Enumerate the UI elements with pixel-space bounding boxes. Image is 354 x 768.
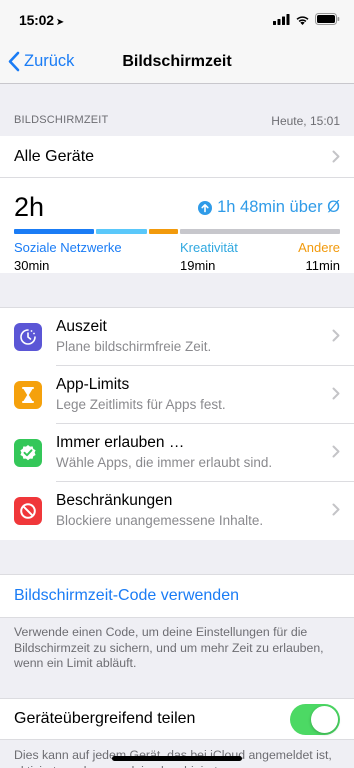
category-other: Andere 11min (298, 240, 340, 273)
app-limits-subtitle: Lege Zeitlimits für Apps fest. (56, 397, 226, 412)
passcode-footer: Verwende einen Code, um deine Einstellun… (14, 625, 324, 670)
restrictions-title: Beschränkungen (56, 492, 173, 509)
share-across-devices-row: Geräteübergreifend teilen (0, 698, 354, 740)
share-across-devices-toggle[interactable] (290, 704, 340, 735)
app-limits-title: App-Limits (56, 376, 130, 393)
share-across-devices-label: Geräteübergreifend teilen (14, 710, 196, 727)
status-bar: 15:02 ➤ (0, 0, 354, 42)
no-entry-icon (14, 497, 42, 525)
always-allowed-row[interactable]: Immer erlauben … Wähle Apps, die immer e… (0, 424, 354, 482)
location-icon: ➤ (55, 17, 64, 28)
downtime-title: Auszeit (56, 318, 107, 335)
category-other-value: 11min (305, 258, 340, 273)
section-timestamp: Heute, 15:01 (271, 114, 340, 128)
category-social: Soziale Netzwerke 30min (14, 240, 122, 273)
section-label: BILDSCHIRMZEIT (14, 114, 109, 126)
chevron-right-icon (332, 329, 340, 342)
always-allowed-title: Immer erlauben … (56, 434, 185, 451)
category-creativity: Kreativität 19min (180, 240, 238, 273)
usage-bar-other (149, 229, 178, 234)
always-allowed-subtitle: Wähle Apps, die immer erlaubt sind. (56, 455, 273, 470)
chevron-right-icon (332, 150, 340, 163)
clock-text: 15:02 (19, 12, 54, 28)
chevron-right-icon (332, 387, 340, 400)
status-icons (273, 13, 340, 25)
usage-total: 2h (14, 192, 45, 222)
downtime-subtitle: Plane bildschirmfreie Zeit. (56, 339, 212, 354)
category-creativity-value: 19min (180, 258, 216, 273)
usage-summary[interactable]: 2h 1h 48min über Ø Soziale Netzwerke 30m… (0, 178, 354, 273)
use-passcode-link[interactable]: Bildschirmzeit-Code verwenden (14, 587, 239, 605)
section-header: BILDSCHIRMZEIT Heute, 15:01 (0, 84, 354, 136)
navigation-bar: Zurück Bildschirmzeit (0, 42, 354, 84)
toggle-knob (311, 706, 338, 733)
restrictions-row[interactable]: Beschränkungen Blockiere unangemessene I… (0, 482, 354, 540)
checkmark-badge-icon (14, 439, 42, 467)
moon-clock-icon (14, 323, 42, 351)
usage-bar-creativity (96, 229, 148, 234)
home-indicator (112, 756, 242, 761)
battery-icon (315, 13, 340, 25)
page-title: Bildschirmzeit (122, 53, 232, 70)
features-group: Auszeit Plane bildschirmfreie Zeit. App-… (0, 307, 354, 540)
share-footer: Dies kann auf jedem Gerät, das bei iClou… (14, 748, 332, 768)
status-time: 15:02 ➤ (19, 12, 64, 28)
usage-group: Alle Geräte 2h 1h 48min über Ø Soziale N… (0, 136, 354, 273)
chevron-right-icon (332, 503, 340, 516)
restrictions-subtitle: Blockiere unangemessene Inhalte. (56, 513, 264, 528)
category-other-name: Andere (298, 240, 340, 255)
all-devices-label: Alle Geräte (14, 148, 95, 165)
arrow-up-circle-icon (198, 200, 213, 215)
category-creativity-name: Kreativität (180, 240, 238, 255)
app-limits-row[interactable]: App-Limits Lege Zeitlimits für Apps fest… (0, 366, 354, 424)
category-social-value: 30min (14, 258, 50, 273)
all-devices-row[interactable]: Alle Geräte (0, 136, 354, 178)
wifi-icon (296, 15, 309, 25)
usage-diff: 1h 48min über Ø (198, 198, 340, 217)
usage-bar-remaining (180, 229, 340, 234)
usage-diff-text: 1h 48min über Ø (217, 198, 340, 216)
passcode-row[interactable]: Bildschirmzeit-Code verwenden (0, 574, 354, 618)
cellular-signal-icon (273, 13, 290, 25)
downtime-row[interactable]: Auszeit Plane bildschirmfreie Zeit. (0, 308, 354, 366)
usage-bar (14, 229, 340, 234)
hourglass-icon (14, 381, 42, 409)
usage-bar-social (14, 229, 94, 234)
category-social-name: Soziale Netzwerke (14, 240, 122, 255)
chevron-right-icon (332, 445, 340, 458)
